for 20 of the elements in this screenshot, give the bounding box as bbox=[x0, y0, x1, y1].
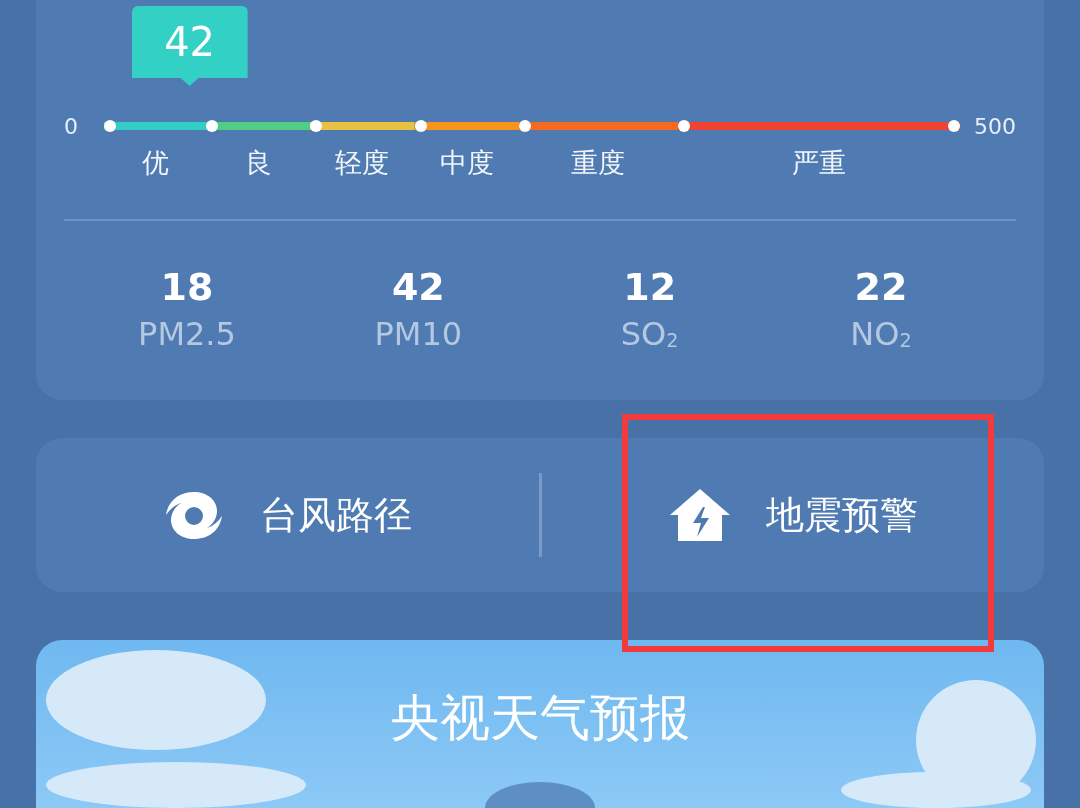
aqi-grade-label: 重度 bbox=[571, 146, 626, 180]
pollutant-label: SO$_{2}$ bbox=[620, 315, 679, 353]
aqi-grade-label: 中度 bbox=[439, 146, 494, 180]
aqi-grade-label: 轻度 bbox=[335, 146, 390, 180]
scale-max: 500 bbox=[973, 113, 1016, 139]
pollutant-value: 42 bbox=[391, 265, 445, 309]
pollutant-value: 18 bbox=[160, 265, 214, 309]
pollutant-value: 22 bbox=[854, 265, 908, 309]
aqi-grade-label: 优 bbox=[141, 146, 169, 180]
typhoon-track-button[interactable]: 台风路径 bbox=[36, 438, 539, 592]
earthquake-alert-button[interactable]: 地震预警 bbox=[541, 438, 1044, 592]
video-title: 央视天气预报 bbox=[390, 688, 690, 749]
aqi-value-tooltip: 42 bbox=[131, 6, 248, 86]
pollutant-label: PM10 bbox=[374, 315, 463, 353]
pollutant-label: NO$_{2}$ bbox=[850, 315, 912, 353]
scale-min: 0 bbox=[64, 113, 79, 139]
pollutant-value: 12 bbox=[623, 265, 677, 309]
aqi-grade-label: 严重 bbox=[792, 146, 846, 180]
aqi-grade-label: 良 bbox=[244, 146, 272, 180]
pollutant-label: PM2.5 bbox=[138, 315, 236, 353]
